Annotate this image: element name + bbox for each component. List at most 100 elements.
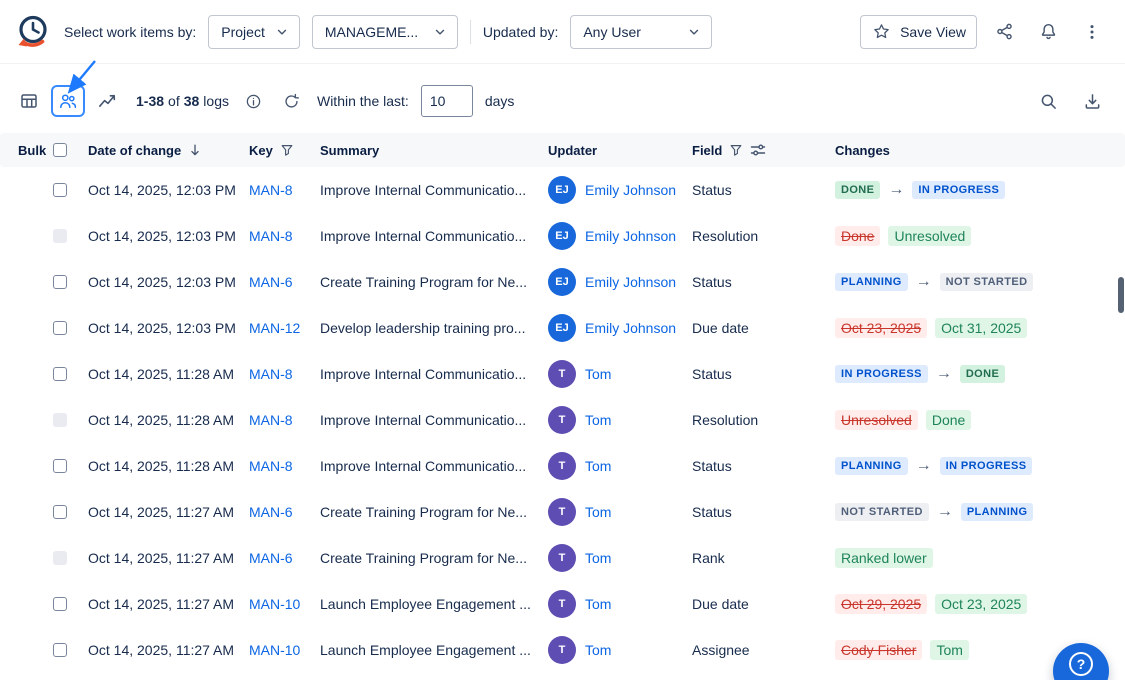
key-filter-icon[interactable] xyxy=(280,143,294,157)
logs-count-total: 38 xyxy=(184,93,200,109)
updater-name-link[interactable]: Emily Johnson xyxy=(585,274,676,290)
view-toggle-users-button[interactable] xyxy=(51,85,85,117)
updater-name-link[interactable]: Emily Johnson xyxy=(585,228,676,244)
row-date: Oct 14, 2025, 12:03 PM xyxy=(88,182,249,198)
more-menu-button[interactable] xyxy=(1075,15,1109,49)
row-summary: Launch Employee Engagement ... xyxy=(320,596,548,612)
save-view-button[interactable]: Save View xyxy=(860,15,977,49)
row-key-link[interactable]: MAN-8 xyxy=(249,412,293,428)
row-changes: PLANNING→IN PROGRESS xyxy=(835,457,1125,475)
change-from: Unresolved xyxy=(835,410,918,430)
field-filter-settings-icon[interactable] xyxy=(750,142,766,158)
table-row: Oct 14, 2025, 12:03 PM MAN-8 Improve Int… xyxy=(0,167,1125,213)
updater-avatar: T xyxy=(548,636,576,664)
updater-name-link[interactable]: Tom xyxy=(585,642,611,658)
project-value-dropdown[interactable]: MANAGEME... xyxy=(312,15,458,49)
bulk-select-all-checkbox[interactable] xyxy=(53,143,67,157)
refresh-button[interactable] xyxy=(279,88,305,114)
change-to: IN PROGRESS xyxy=(912,181,1005,199)
row-checkbox[interactable] xyxy=(53,275,67,289)
row-date: Oct 14, 2025, 11:27 AM xyxy=(88,550,249,566)
share-button[interactable] xyxy=(987,15,1021,49)
help-glyph: ? xyxy=(1077,656,1086,672)
sort-descending-icon[interactable] xyxy=(188,143,202,157)
row-checkbox[interactable] xyxy=(53,643,67,657)
within-last-input[interactable] xyxy=(421,85,473,117)
updater-name-link[interactable]: Tom xyxy=(585,504,611,520)
updated-by-value: Any User xyxy=(583,24,641,40)
row-key-link[interactable]: MAN-8 xyxy=(249,458,293,474)
view-toggle-table-button[interactable] xyxy=(12,85,46,117)
row-date: Oct 14, 2025, 11:28 AM xyxy=(88,458,249,474)
column-key-label: Key xyxy=(249,143,273,158)
change-arrow-icon: → xyxy=(916,458,932,474)
row-checkbox[interactable] xyxy=(53,321,67,335)
row-key-link[interactable]: MAN-6 xyxy=(249,550,293,566)
row-field: Status xyxy=(692,182,835,198)
change-to: Done xyxy=(926,410,971,430)
change-to: Oct 23, 2025 xyxy=(935,594,1027,614)
change-to: NOT STARTED xyxy=(940,273,1034,291)
scrollbar-thumb[interactable] xyxy=(1118,277,1124,313)
view-toggle-group xyxy=(12,85,124,117)
row-key-link[interactable]: MAN-8 xyxy=(249,366,293,382)
change-arrow-icon: → xyxy=(916,274,932,290)
change-from: Oct 23, 2025 xyxy=(835,318,927,338)
refresh-icon xyxy=(283,93,300,110)
row-key-link[interactable]: MAN-6 xyxy=(249,274,293,290)
updater-avatar: T xyxy=(548,406,576,434)
updater-name-link[interactable]: Tom xyxy=(585,596,611,612)
search-button[interactable] xyxy=(1031,84,1065,118)
updater-name-link[interactable]: Tom xyxy=(585,550,611,566)
work-item-by-dropdown[interactable]: Project xyxy=(208,15,300,49)
row-date: Oct 14, 2025, 12:03 PM xyxy=(88,320,249,336)
info-button[interactable] xyxy=(241,88,267,114)
logs-count-text: 1-38 of 38 logs xyxy=(136,93,229,109)
updater-name-link[interactable]: Tom xyxy=(585,412,611,428)
row-checkbox[interactable] xyxy=(53,459,67,473)
row-summary: Create Training Program for Ne... xyxy=(320,504,548,520)
table-row: Oct 14, 2025, 11:27 AM MAN-6 Create Trai… xyxy=(0,489,1125,535)
download-button[interactable] xyxy=(1075,84,1109,118)
row-checkbox[interactable] xyxy=(53,597,67,611)
row-checkbox[interactable] xyxy=(53,551,67,565)
view-toggle-chart-button[interactable] xyxy=(90,85,124,117)
row-checkbox[interactable] xyxy=(53,229,67,243)
chart-view-icon xyxy=(97,91,117,111)
kebab-menu-icon xyxy=(1083,23,1101,41)
row-key-link[interactable]: MAN-8 xyxy=(249,182,293,198)
updater-name-link[interactable]: Tom xyxy=(585,366,611,382)
row-checkbox[interactable] xyxy=(53,413,67,427)
field-filter-icon[interactable] xyxy=(729,143,743,157)
table-row: Oct 14, 2025, 11:27 AM MAN-10 Launch Emp… xyxy=(0,627,1125,673)
updated-by-dropdown[interactable]: Any User xyxy=(570,15,712,49)
table-row: Oct 14, 2025, 11:27 AM MAN-6 Create Trai… xyxy=(0,535,1125,581)
row-checkbox[interactable] xyxy=(53,505,67,519)
change-from: NOT STARTED xyxy=(835,503,929,521)
row-checkbox[interactable] xyxy=(53,183,67,197)
row-key-link[interactable]: MAN-10 xyxy=(249,596,300,612)
row-field: Resolution xyxy=(692,228,835,244)
change-from: PLANNING xyxy=(835,273,908,291)
updater-name-link[interactable]: Emily Johnson xyxy=(585,182,676,198)
row-key-link[interactable]: MAN-6 xyxy=(249,504,293,520)
row-field: Due date xyxy=(692,320,835,336)
notifications-button[interactable] xyxy=(1031,15,1065,49)
updater-avatar: T xyxy=(548,452,576,480)
row-checkbox[interactable] xyxy=(53,367,67,381)
change-to: Tom xyxy=(930,640,968,660)
chevron-down-icon xyxy=(687,25,701,39)
row-changes: Unresolved Done xyxy=(835,410,1125,430)
row-key-link[interactable]: MAN-12 xyxy=(249,320,300,336)
updater-name-link[interactable]: Tom xyxy=(585,458,611,474)
change-to: IN PROGRESS xyxy=(940,457,1033,475)
row-key-link[interactable]: MAN-10 xyxy=(249,642,300,658)
change-to: Oct 31, 2025 xyxy=(935,318,1027,338)
row-summary: Launch Employee Engagement ... xyxy=(320,642,548,658)
updater-avatar: EJ xyxy=(548,176,576,204)
row-key-link[interactable]: MAN-8 xyxy=(249,228,293,244)
updater-name-link[interactable]: Emily Johnson xyxy=(585,320,676,336)
table-row: Oct 14, 2025, 11:28 AM MAN-8 Improve Int… xyxy=(0,397,1125,443)
column-date-label: Date of change xyxy=(88,143,181,158)
logs-count-range: 1-38 xyxy=(136,93,164,109)
